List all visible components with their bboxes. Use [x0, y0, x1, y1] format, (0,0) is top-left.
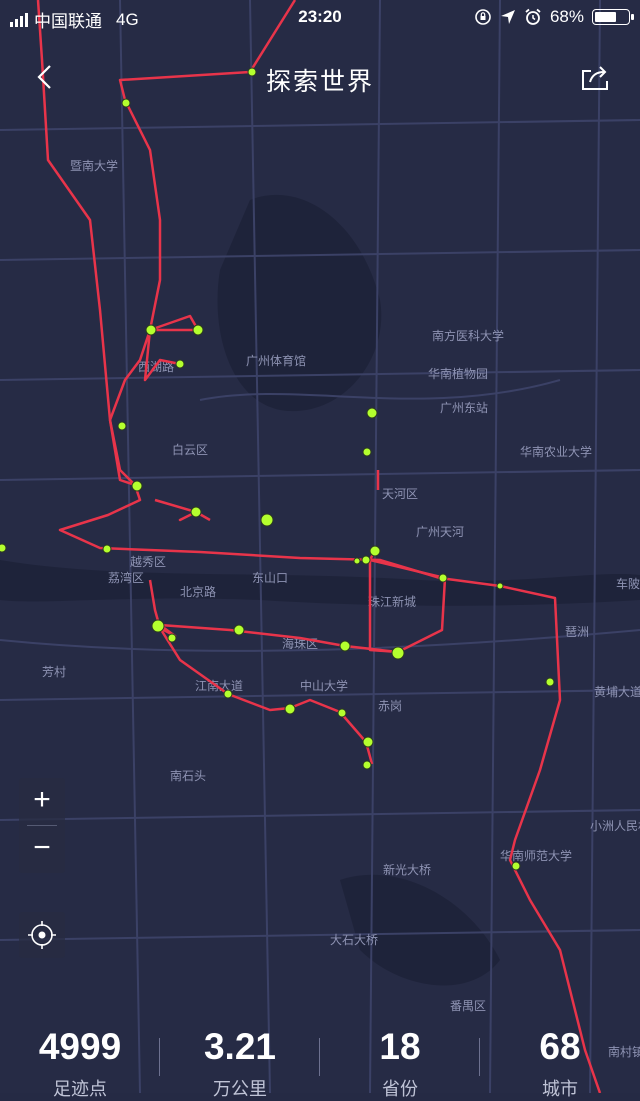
alarm-icon — [525, 8, 541, 25]
page-title: 探索世界 — [265, 68, 374, 96]
nav-bar: 探索世界 — [0, 50, 640, 106]
map-label: 小洲人民村 — [590, 819, 640, 833]
battery-icon — [592, 9, 634, 25]
map-label: 大石大桥 — [330, 933, 378, 947]
stat-distance: 3.21 万公里 — [160, 1010, 320, 1099]
map-label: 北京路 — [180, 584, 216, 599]
map-label: 广州天河 — [416, 525, 464, 539]
stat-cities: 68 城市 — [480, 1010, 640, 1099]
map-label: 中山大学 — [300, 678, 348, 693]
share-button[interactable] — [580, 64, 610, 92]
map-label: 珠江新城 — [368, 594, 416, 609]
stat-label: 足迹点 — [53, 1079, 107, 1099]
zoom-in-button[interactable]: + — [19, 778, 65, 824]
map-view[interactable]: 白云区广州体育馆越秀区东山口天河区北京路海珠区中山大学赤岗江南大道珠江新城华南农… — [0, 0, 640, 1093]
stat-label: 省份 — [382, 1079, 418, 1099]
map-label: 南方医科大学 — [432, 328, 504, 343]
map-label: 白云区 — [172, 442, 208, 457]
stat-footprints: 4999 足迹点 — [0, 1010, 160, 1099]
battery-percent: 68% — [549, 7, 584, 26]
map-label: 暨南大学 — [70, 158, 118, 173]
map-label: 华南农业大学 — [520, 444, 592, 459]
map-label: 芳村 — [42, 665, 66, 679]
zoom-control: + − — [19, 778, 65, 873]
stats-bar: 4999 足迹点 3.21 万公里 18 省份 68 城市 — [0, 1010, 640, 1099]
map-label: 车陂 — [616, 576, 640, 591]
stat-value: 3.21 — [203, 1026, 276, 1067]
map-label: 广州东站 — [440, 401, 488, 415]
orientation-lock-icon — [475, 9, 491, 25]
map-label: 广州体育馆 — [246, 353, 306, 368]
map-label: 越秀区 — [130, 555, 166, 569]
locate-icon — [28, 921, 56, 949]
location-arrow-icon — [500, 10, 515, 24]
locate-button[interactable] — [19, 912, 65, 958]
status-bar: 中国联通 4G 23:20 68% — [0, 0, 640, 34]
map-label: 赤岗 — [378, 699, 402, 713]
stat-value: 4999 — [38, 1026, 122, 1067]
stat-label: 万公里 — [213, 1079, 267, 1099]
map-label: 华南植物园 — [428, 366, 488, 381]
map-label: 黄埔大道 — [594, 685, 640, 699]
map-label: 天河区 — [382, 487, 418, 501]
map-label: 南石头 — [170, 768, 206, 783]
zoom-out-button[interactable]: − — [19, 826, 65, 872]
stat-value: 18 — [379, 1026, 421, 1067]
map-label: 江南大道 — [195, 678, 243, 693]
map-label: 荔湾区 — [108, 570, 144, 585]
stat-label: 城市 — [542, 1079, 578, 1099]
share-icon — [582, 66, 608, 90]
map-label: 新光大桥 — [383, 862, 431, 877]
stat-provinces: 18 省份 — [320, 1010, 480, 1099]
map-label: 东山口 — [252, 571, 288, 585]
stat-value: 68 — [539, 1026, 581, 1067]
map-label: 琶洲 — [565, 625, 589, 639]
